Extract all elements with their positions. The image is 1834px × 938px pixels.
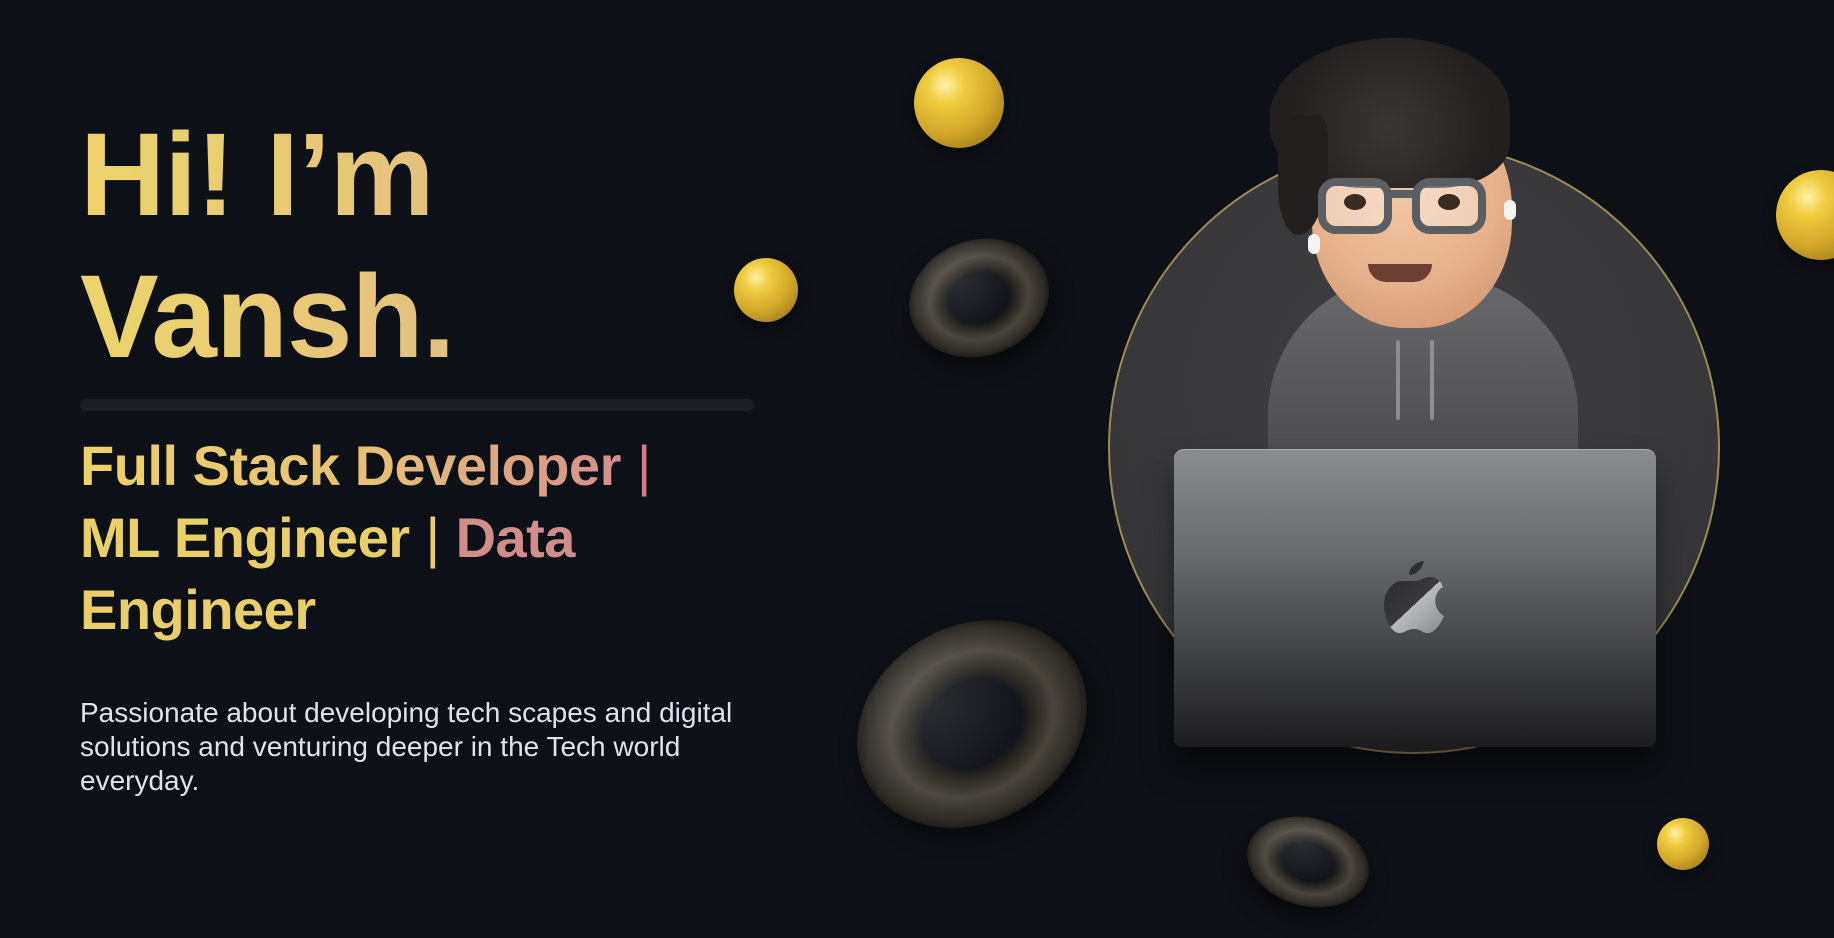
role-separator: | bbox=[636, 434, 652, 497]
role-engineer: Engineer bbox=[80, 578, 316, 641]
roles-line-2: ML Engineer | Data bbox=[80, 502, 760, 574]
gold-sphere-decoration bbox=[1776, 170, 1834, 260]
apple-logo-icon bbox=[1384, 561, 1444, 633]
hero-heading: Hi! I’m Vansh. bbox=[80, 104, 640, 388]
glasses-bridge bbox=[1388, 190, 1416, 198]
dark-torus-decoration bbox=[893, 220, 1065, 376]
avatar-eye bbox=[1438, 194, 1460, 210]
hoodie-string bbox=[1430, 340, 1434, 420]
gold-sphere-decoration bbox=[914, 58, 1004, 148]
dark-torus-decoration bbox=[1236, 803, 1380, 921]
gold-sphere-decoration bbox=[734, 258, 798, 322]
heading-divider bbox=[80, 399, 754, 411]
avatar-smile bbox=[1368, 264, 1432, 282]
dark-torus-decoration bbox=[819, 579, 1125, 869]
role-full-stack: Full Stack Developer bbox=[80, 434, 621, 497]
hero-greeting: Hi! I’m bbox=[80, 109, 434, 241]
avatar-glasses bbox=[1318, 170, 1486, 238]
earpod-icon bbox=[1504, 200, 1516, 220]
avatar-eye bbox=[1344, 194, 1366, 210]
avatar-illustration bbox=[1100, 20, 1740, 780]
role-separator: | bbox=[425, 506, 441, 569]
role-ml-engineer: ML Engineer bbox=[80, 506, 410, 569]
role-data: Data bbox=[455, 506, 576, 569]
hoodie-string bbox=[1396, 340, 1400, 420]
tagline: Passionate about developing tech scapes … bbox=[80, 697, 733, 796]
gold-sphere-decoration bbox=[1657, 818, 1709, 870]
roles-subtitle: Full Stack Developer | ML Engineer | Data E… bbox=[80, 430, 760, 646]
hero-name: Vansh. bbox=[80, 251, 455, 383]
laptop bbox=[1174, 449, 1656, 747]
roles-line-1: Full Stack Developer | bbox=[80, 430, 760, 502]
